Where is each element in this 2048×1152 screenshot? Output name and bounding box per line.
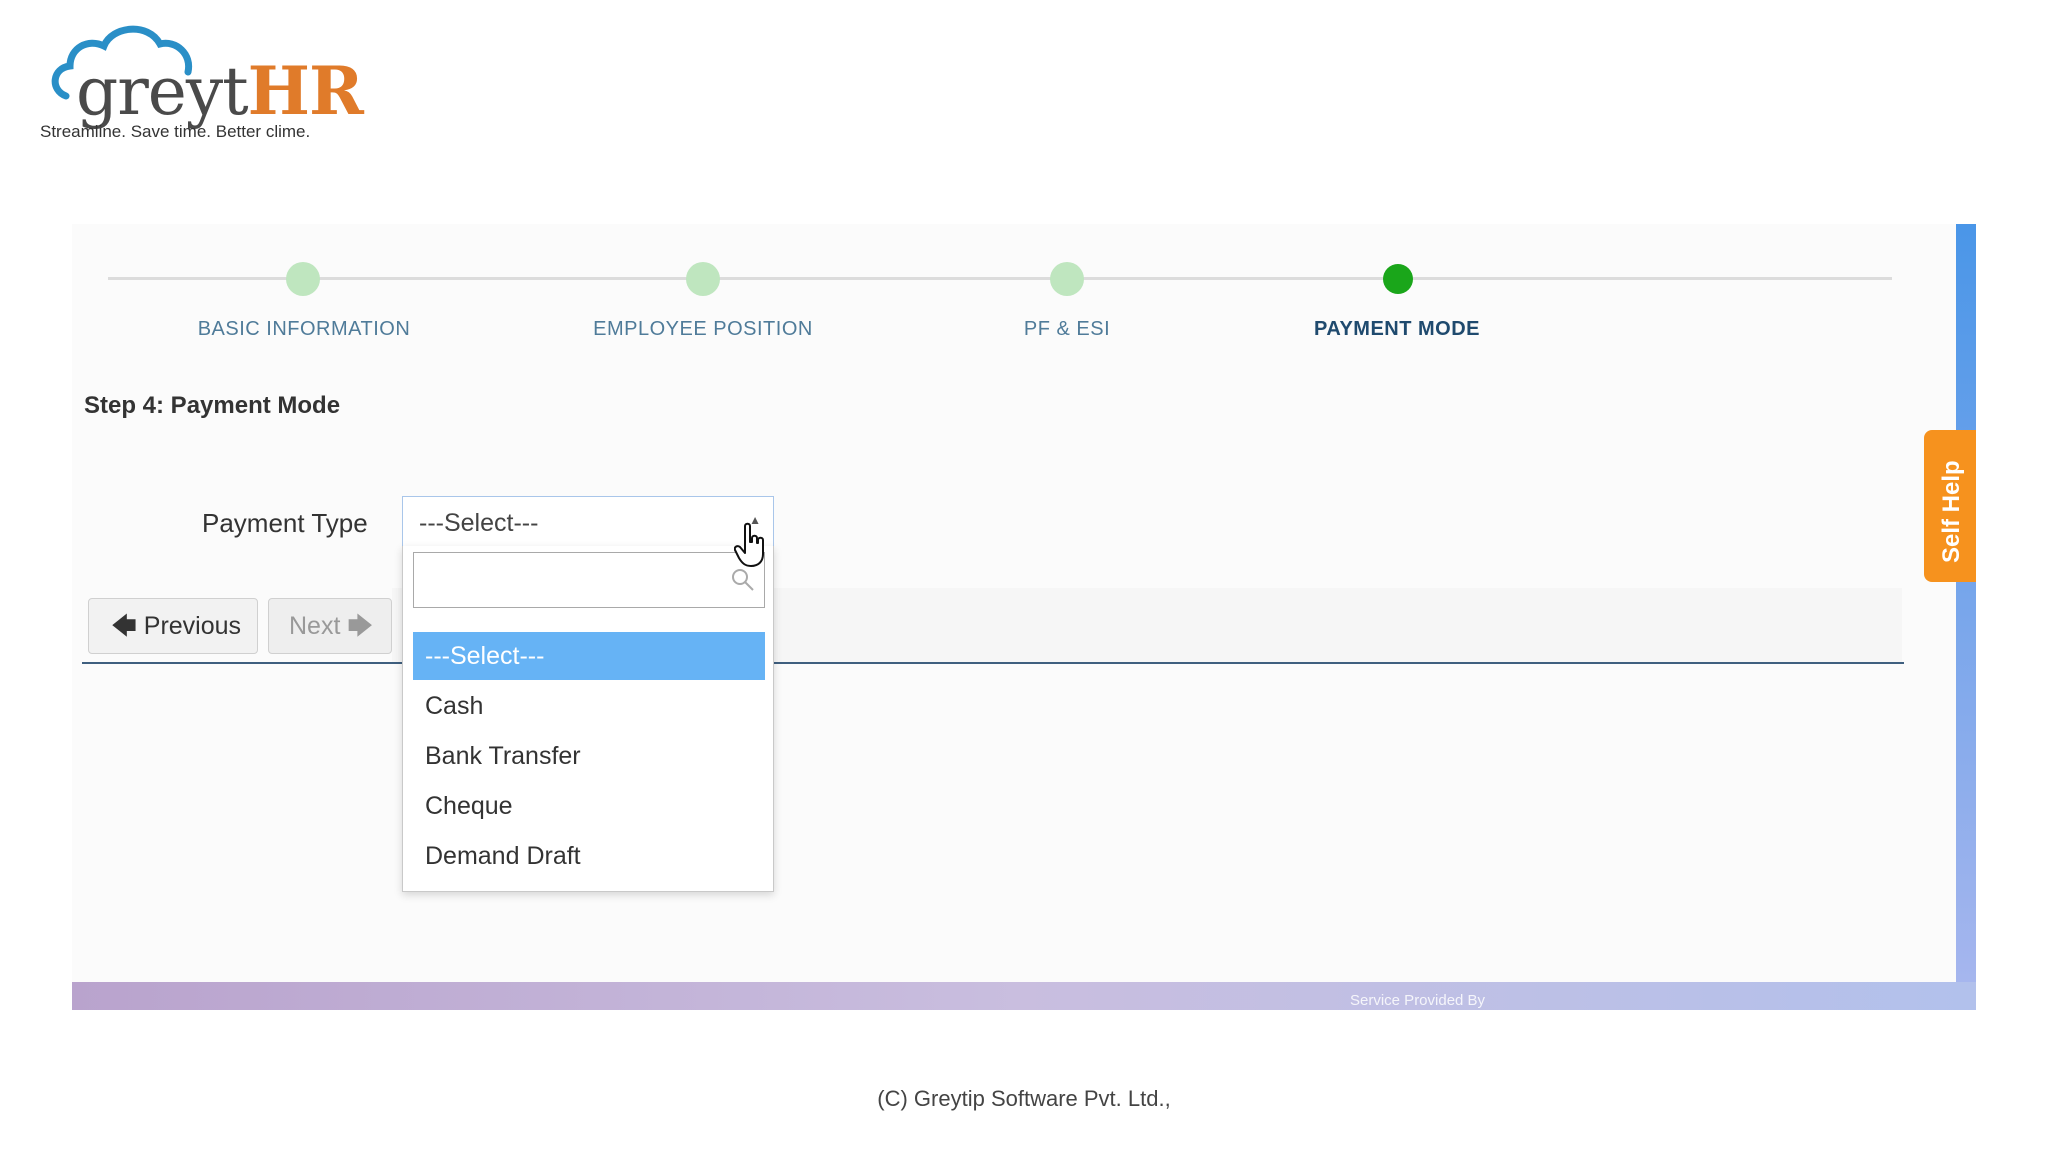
card-accent-edge — [1956, 224, 1976, 1010]
dropdown-option[interactable]: Bank Transfer — [413, 732, 765, 780]
previous-button[interactable]: 🡄 Previous — [88, 598, 258, 654]
step-label-pf-esi[interactable]: PF & ESI — [1024, 318, 1110, 341]
payment-type-label: Payment Type — [202, 508, 368, 538]
dropdown-option[interactable]: Cheque — [413, 782, 765, 830]
dropdown-option[interactable]: ---Select--- — [413, 632, 765, 680]
search-icon — [732, 569, 754, 591]
previous-button-label: Previous — [143, 612, 242, 640]
copyright: (C) Greytip Software Pvt. Ltd., — [877, 1086, 1171, 1111]
logo-tagline: Streamline. Save time. Better clime. — [40, 122, 311, 141]
next-button[interactable]: Next 🡆 — [268, 598, 392, 654]
payment-type-select[interactable]: ---Select--- ▲ — [402, 496, 774, 548]
arrow-left-icon: 🡄 — [111, 612, 137, 640]
step-dot-employee-position[interactable] — [686, 262, 720, 296]
stepper-track — [108, 277, 1892, 280]
greythr-logo: greytHR Streamline. Save time. Better cl… — [36, 18, 364, 148]
hand-cursor-icon — [734, 522, 764, 567]
step-title: Step 4: Payment Mode — [84, 392, 341, 419]
step-label-payment-mode[interactable]: PAYMENT MODE — [1314, 318, 1480, 341]
step-dot-payment-mode[interactable] — [1383, 264, 1413, 294]
self-help-label[interactable]: Self Help — [1938, 460, 1966, 563]
arrow-right-icon: 🡆 — [347, 612, 374, 640]
step-dot-basic-information[interactable] — [286, 262, 320, 296]
dropdown-option[interactable]: Cash — [413, 682, 765, 730]
dropdown-search-input[interactable] — [413, 552, 765, 608]
step-label-employee-position[interactable]: EMPLOYEE POSITION — [593, 318, 813, 341]
payment-type-dropdown: ---Select--- Cash Bank Transfer Cheque D… — [402, 546, 774, 892]
logo-wordmark: greytHR — [76, 52, 364, 130]
step-dot-pf-esi[interactable] — [1050, 262, 1084, 296]
step-label-basic-information[interactable]: BASIC INFORMATION — [198, 318, 411, 341]
card-footer-bar — [72, 982, 1976, 1010]
payment-type-value: ---Select--- — [419, 509, 539, 537]
dropdown-option[interactable]: Demand Draft — [413, 832, 765, 880]
next-button-label: Next — [289, 612, 341, 640]
form-divider — [82, 662, 1904, 664]
service-provided-by: Service Provided By — [1350, 992, 1486, 1009]
